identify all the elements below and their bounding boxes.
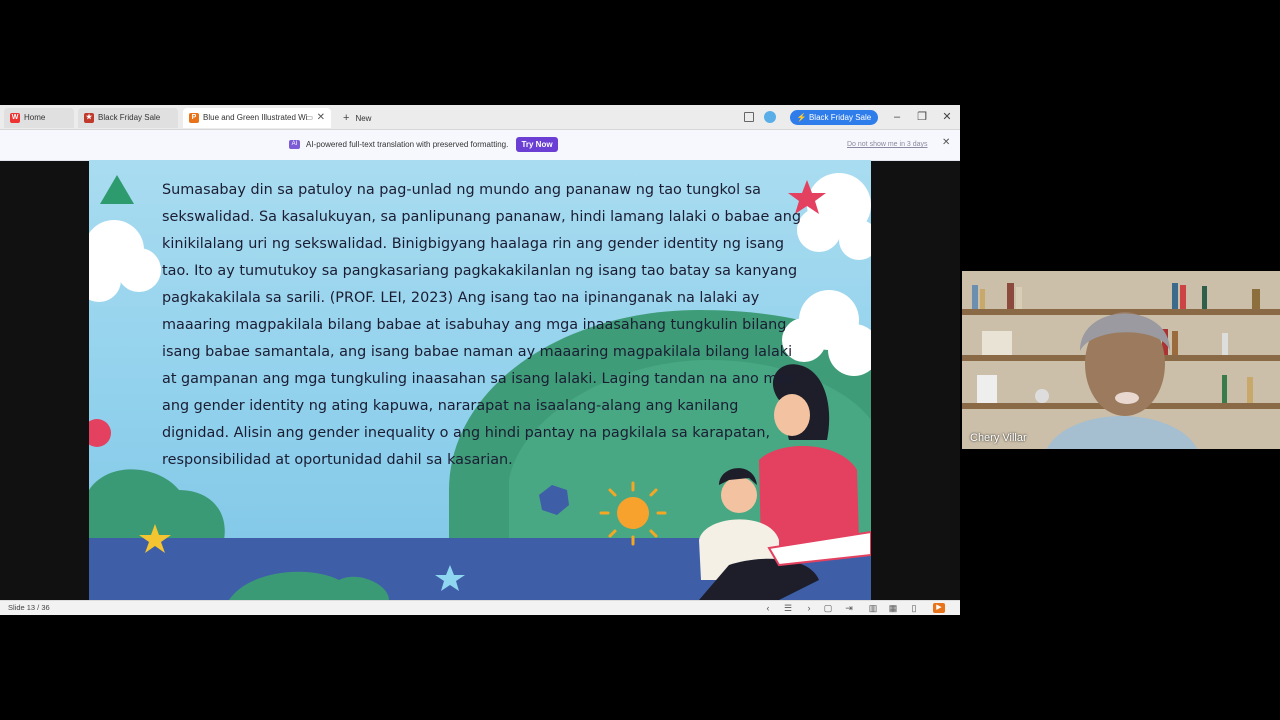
dismiss-notice-link[interactable]: Do not show me in 3 days [847,139,928,151]
slide-body-text[interactable]: Sumasabay din sa patuloy na pag-unlad ng… [162,177,802,474]
participant-video-feed [962,271,1280,449]
tab-black-friday[interactable]: ★ Black Friday Sale [78,108,178,128]
red-circle [89,419,111,447]
window-switch-icon[interactable] [744,112,754,122]
black-friday-button-label: Black Friday Sale [808,113,872,122]
tab-bar: W Home ★ Black Friday Sale P Blue and Green… [0,105,960,130]
close-tab-icon[interactable]: ✕ [317,108,325,128]
participant-name: Chery Villar [970,432,1027,444]
play-slideshow-icon[interactable]: ▶ [933,603,945,613]
translation-notice-bar: AI AI-powered full-text translation with… [0,130,960,161]
grid-view-icon[interactable]: ▦ [887,602,899,614]
wps-logo-icon: W [10,112,20,123]
ai-translate-icon: AI [289,140,300,149]
try-now-button[interactable]: Try Now [516,137,558,152]
tab-home-label: Home [24,113,46,122]
presentation-icon: P [189,112,199,123]
next-slide-icon[interactable]: › [803,602,815,614]
tab-new[interactable]: + New [337,108,397,128]
notice-message: AI-powered full-text translation with pr… [306,140,509,149]
cloud-left [89,220,161,302]
video-participant-tile[interactable]: Chery Villar [962,271,1280,449]
fit-view-icon[interactable]: ▢ [822,602,834,614]
user-avatar[interactable] [764,111,776,123]
black-friday-button[interactable]: ⚡ Black Friday Sale [790,110,878,125]
status-bar: Slide 13 / 36 ‹ ☰ › ▢ ⇥ ▥ ▦ ▯ ▶ [0,600,960,615]
presentation-app-window: W Home ★ Black Friday Sale P Blue and Green… [0,105,960,615]
reading-view-icon[interactable]: ▯ [908,602,920,614]
slide-indicator: Slide 13 / 36 [8,603,50,612]
restore-icon[interactable]: ❐ [913,105,931,129]
tab-black-friday-label: Black Friday Sale [98,113,161,122]
tab-presentation-label: Blue and Green Illustrated Wi [203,113,308,122]
black-friday-icon: ★ [84,112,94,123]
tab-home[interactable]: W Home [4,108,74,128]
tab-presentation[interactable]: P Blue and Green Illustrated Wi ▭ ✕ [183,108,331,128]
lightning-icon: ⚡ [796,113,807,122]
slide-canvas[interactable]: Sumasabay din sa patuloy na pag-unlad ng… [89,160,871,600]
monitor-icon[interactable]: ▭ [305,108,313,128]
previous-slide-icon[interactable]: ‹ [762,602,774,614]
exit-icon[interactable]: ⇥ [843,602,855,614]
close-window-icon[interactable]: ✕ [938,105,956,129]
normal-view-icon[interactable]: ▥ [867,602,879,614]
plus-icon: + [343,112,350,124]
triangle-shape [100,175,134,204]
minimize-icon[interactable]: – [888,105,906,129]
slide-list-icon[interactable]: ☰ [782,602,794,614]
tab-new-label: New [355,114,372,123]
close-notice-icon[interactable]: ✕ [942,137,950,148]
